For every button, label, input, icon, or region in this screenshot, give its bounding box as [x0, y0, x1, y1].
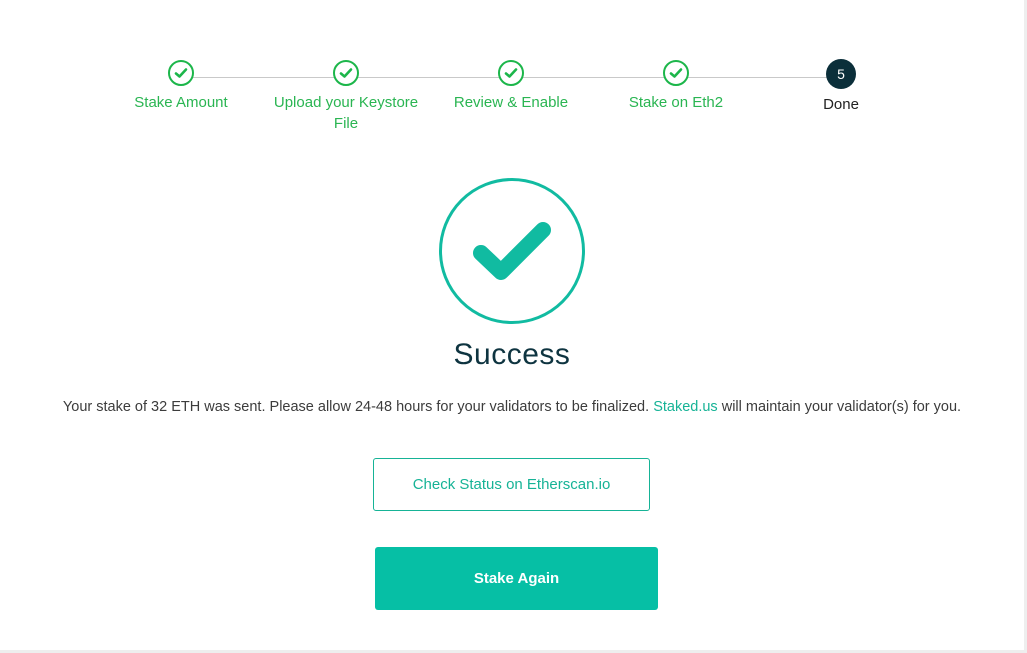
step-label: Upload your Keystore File — [273, 94, 419, 132]
step-label: Stake on Eth2 — [628, 94, 724, 111]
progress-stepper: Stake Amount Upload your Keystore File R… — [0, 0, 1024, 140]
step-stake-on-eth2: Stake on Eth2 — [591, 60, 761, 113]
step-number-badge: 5 — [826, 59, 856, 89]
staking-page: Stake Amount Upload your Keystore File R… — [0, 0, 1027, 653]
stake-again-button[interactable]: Stake Again — [375, 547, 658, 610]
step-stake-amount: Stake Amount — [96, 60, 266, 113]
step-review-enable: Review & Enable — [426, 60, 596, 113]
step-label: Done — [823, 96, 859, 113]
step-label: Review & Enable — [453, 94, 569, 111]
success-title: Success — [453, 338, 571, 371]
message-text: Your stake of 32 ETH was sent. Please al… — [62, 399, 650, 415]
success-message: Your stake of 32 ETH was sent. Please al… — [40, 397, 984, 418]
message-text-end: will maintain your validator(s) for you. — [721, 399, 962, 415]
step-done: 5 Done — [756, 59, 926, 115]
check-icon — [333, 60, 359, 86]
check-icon — [168, 60, 194, 86]
check-icon — [498, 60, 524, 86]
check-icon — [663, 60, 689, 86]
step-upload-keystore: Upload your Keystore File — [261, 60, 431, 134]
step-label: Stake Amount — [134, 94, 228, 111]
success-check-icon — [439, 178, 585, 324]
check-status-button[interactable]: Check Status on Etherscan.io — [373, 458, 650, 511]
staked-us-link[interactable]: Staked.us — [653, 399, 718, 415]
